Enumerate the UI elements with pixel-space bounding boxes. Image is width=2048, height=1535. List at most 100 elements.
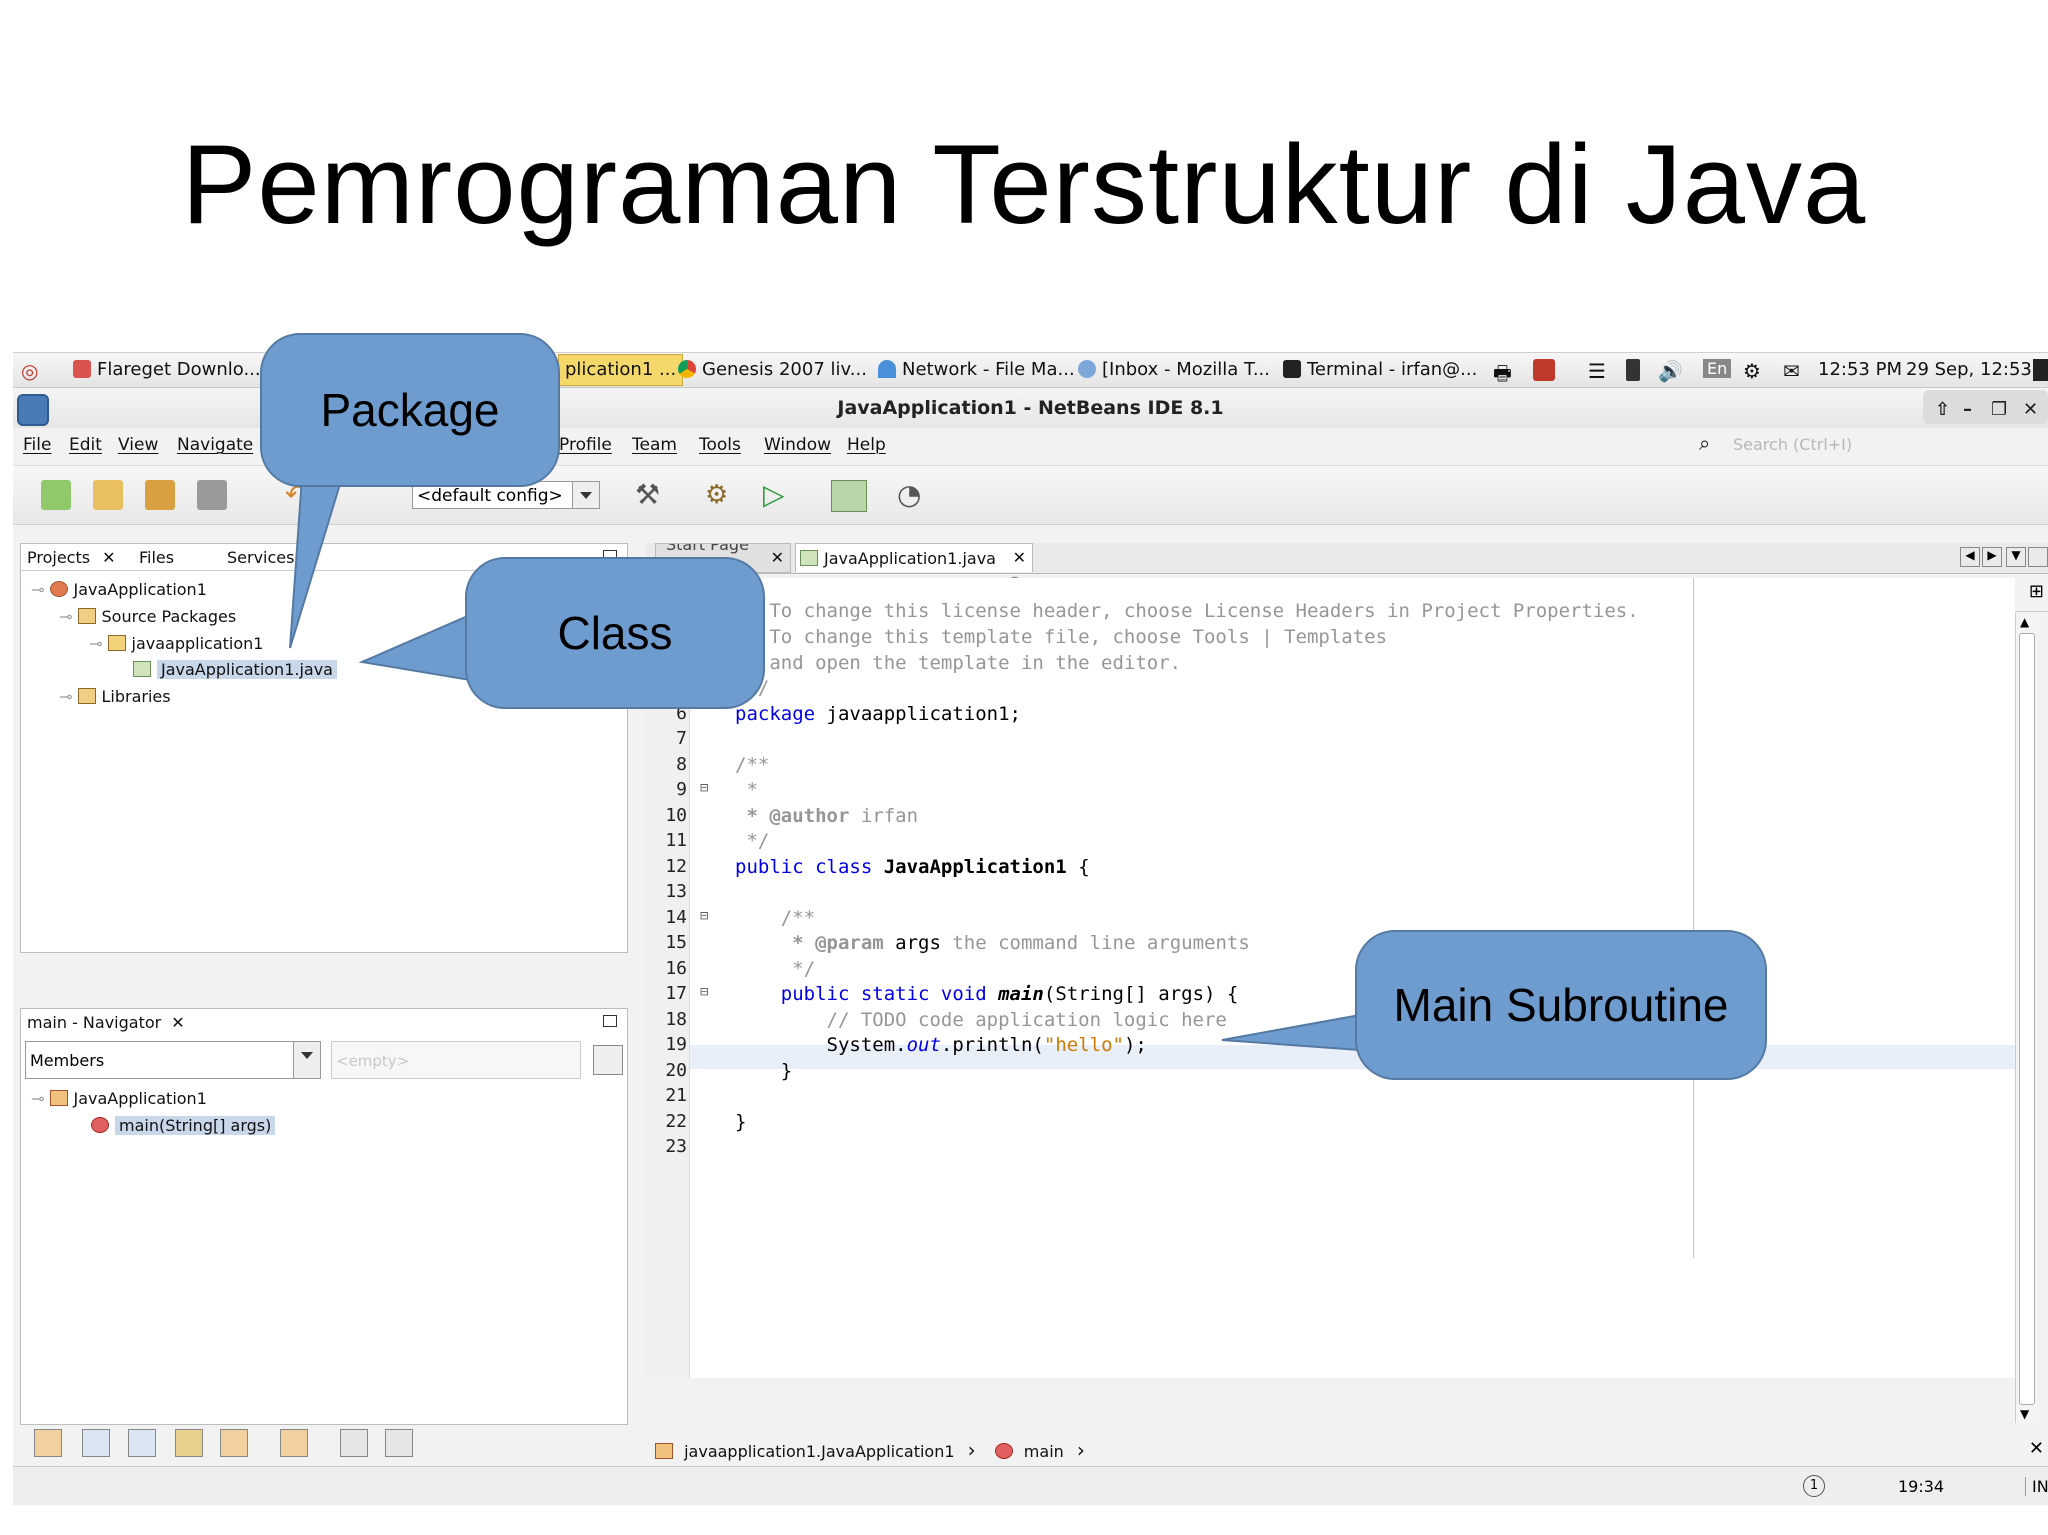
sort-by-name-icon[interactable] (340, 1429, 368, 1457)
menu-file[interactable]: File (23, 435, 51, 455)
fold-icon[interactable]: ⊟ (700, 780, 708, 796)
run-icon[interactable]: ▷ (763, 480, 793, 510)
menu-navigate[interactable]: Navigate (177, 435, 253, 455)
close-icon[interactable]: ✕ (2023, 390, 2038, 430)
minimize-panel-icon[interactable] (603, 1015, 617, 1027)
tree-item-libraries[interactable]: ⊸ Libraries (59, 687, 171, 706)
menu-view[interactable]: View (118, 435, 158, 455)
line-number: 7 (676, 728, 687, 749)
tab-java-file[interactable]: JavaApplication1.java ✕ (795, 543, 1033, 572)
restore-icon[interactable]: ❐ (1991, 390, 2007, 430)
navigator-settings-icon[interactable] (593, 1045, 623, 1075)
show-inherited-icon[interactable] (280, 1429, 308, 1457)
netbeans-screenshot: ◎ Flareget Downlo... plication1 ... Gene… (13, 352, 2048, 1505)
taskbar-item-terminal[interactable]: Terminal - irfan@... (1283, 359, 1477, 380)
menu-window[interactable]: Window (764, 435, 831, 455)
clean-build-icon[interactable]: ⚙ (705, 480, 735, 510)
menu-edit[interactable]: Edit (69, 435, 102, 455)
minimize-icon[interactable]: – (1963, 390, 1972, 430)
close-breadcrumb-icon[interactable]: ✕ (2029, 1438, 2044, 1459)
build-hammer-icon[interactable]: ⚒ (635, 480, 665, 510)
maximize-editor-icon[interactable] (2028, 547, 2048, 567)
fold-icon[interactable]: ⊟ (700, 908, 708, 924)
tray-date[interactable]: 29 Sep, 12:53 (1906, 359, 2032, 380)
new-file-icon[interactable] (41, 480, 71, 510)
show-inner-icon[interactable] (220, 1429, 248, 1457)
fold-icon[interactable]: ⊟ (700, 984, 708, 1000)
taskbar-item-network[interactable]: Network - File Ma... (878, 359, 1075, 380)
members-filter-select[interactable]: Members (25, 1041, 321, 1079)
show-private-icon[interactable] (175, 1429, 203, 1457)
editor-scrollbar[interactable]: ▲ ▼ (2015, 613, 2038, 1423)
notifications-icon[interactable]: 1 (1803, 1475, 1825, 1497)
breadcrumb-method[interactable]: main (1024, 1442, 1064, 1461)
show-fields-icon[interactable] (82, 1429, 110, 1457)
close-tab-icon[interactable]: ✕ (102, 548, 115, 567)
menu-profile[interactable]: Profile (559, 435, 612, 455)
open-project-icon[interactable] (145, 480, 175, 510)
maximize-up-icon[interactable]: ⇧ (1935, 390, 1950, 430)
sort-by-source-icon[interactable] (385, 1429, 413, 1457)
tab-navigator[interactable]: main - Navigator ✕ (27, 1013, 185, 1032)
chevron-left-icon[interactable]: ◀ (1960, 547, 1980, 567)
debian-swirl-icon[interactable]: ◎ (21, 359, 38, 383)
method-icon (91, 1117, 109, 1133)
search-icon: ⌕ (1699, 431, 1711, 455)
code-line: * To change this license header, choose … (735, 600, 1639, 622)
scroll-down-icon[interactable]: ▼ (2020, 1407, 2029, 1421)
tab-projects[interactable]: Projects ✕ (27, 548, 115, 567)
menu-team[interactable]: Team (632, 435, 677, 455)
save-all-icon[interactable] (197, 480, 227, 510)
nav-item-main-method[interactable]: main(String[] args) (91, 1116, 276, 1135)
taskbar-item-thunderbird[interactable]: [Inbox - Mozilla T... (1078, 359, 1270, 380)
show-static-icon[interactable] (128, 1429, 156, 1457)
chevron-down-icon[interactable]: ▼ (2006, 547, 2026, 567)
wifi-icon (878, 360, 896, 378)
tree-item-package[interactable]: ⊸ javaapplication1 (89, 634, 263, 653)
code-line: /** (735, 907, 816, 929)
empty-select[interactable]: <empty> (331, 1041, 581, 1079)
update-icon[interactable] (1533, 359, 1555, 381)
tab-services[interactable]: Services (227, 548, 294, 567)
close-tab-icon[interactable]: ✕ (771, 548, 784, 567)
libraries-icon (77, 688, 96, 704)
tree-item-project[interactable]: ⊸ JavaApplication1 (31, 580, 207, 599)
chevron-down-icon (293, 1042, 320, 1078)
terminal-icon (1283, 360, 1301, 378)
code-editor[interactable]: 3 * To change this license header, choos… (645, 578, 2015, 1378)
tab-files[interactable]: Files (139, 548, 174, 567)
search-field[interactable]: Search (Ctrl+I) (1733, 435, 2033, 457)
chevron-right-icon[interactable]: ▶ (1982, 547, 2002, 567)
taskbar-item-flareget[interactable]: Flareget Downlo... (73, 359, 261, 380)
line-number: 17 (665, 983, 687, 1004)
split-editor-icon[interactable]: ⊞ (2029, 581, 2044, 602)
menu-tools[interactable]: Tools (699, 435, 741, 455)
scrollbar-thumb[interactable] (2019, 633, 2035, 1405)
mail-icon[interactable]: ✉ (1783, 359, 1800, 383)
scroll-up-icon[interactable]: ▲ (2020, 615, 2029, 629)
profile-gauge-icon[interactable]: ◔ (897, 480, 927, 510)
show-desktop-icon[interactable] (2033, 359, 2048, 381)
sort-icon[interactable] (34, 1429, 62, 1457)
close-tab-icon[interactable]: ✕ (171, 1013, 184, 1032)
code-line: */ (735, 830, 770, 852)
keyboard-layout[interactable]: En (1703, 359, 1732, 378)
new-project-icon[interactable] (93, 480, 123, 510)
taskbar-item-chrome[interactable]: Genesis 2007 liv... (678, 359, 867, 380)
flareget-icon (73, 360, 91, 378)
breadcrumb-class[interactable]: javaapplication1.JavaApplication1 (684, 1442, 954, 1461)
tray-clock[interactable]: 12:53 PM (1818, 359, 1902, 380)
debug-icon[interactable] (831, 480, 867, 512)
taskbar-item-netbeans[interactable]: plication1 ... (558, 354, 684, 386)
code-line: } (735, 1060, 793, 1082)
tree-item-source-packages[interactable]: ⊸ Source Packages (59, 607, 236, 626)
battery-icon[interactable] (1626, 359, 1640, 381)
close-tab-icon[interactable]: ✕ (1013, 548, 1026, 567)
settings-gear-icon[interactable]: ⚙ (1743, 359, 1761, 383)
tree-item-java-file[interactable]: JavaApplication1.java (133, 660, 337, 679)
menu-help[interactable]: Help (847, 435, 886, 455)
code-line: */ (735, 958, 816, 980)
volume-icon[interactable]: 🔊 (1658, 359, 1683, 383)
nav-item-class[interactable]: ⊸ JavaApplication1 (31, 1089, 207, 1108)
network-tray-icon[interactable]: ☰ (1588, 359, 1606, 383)
